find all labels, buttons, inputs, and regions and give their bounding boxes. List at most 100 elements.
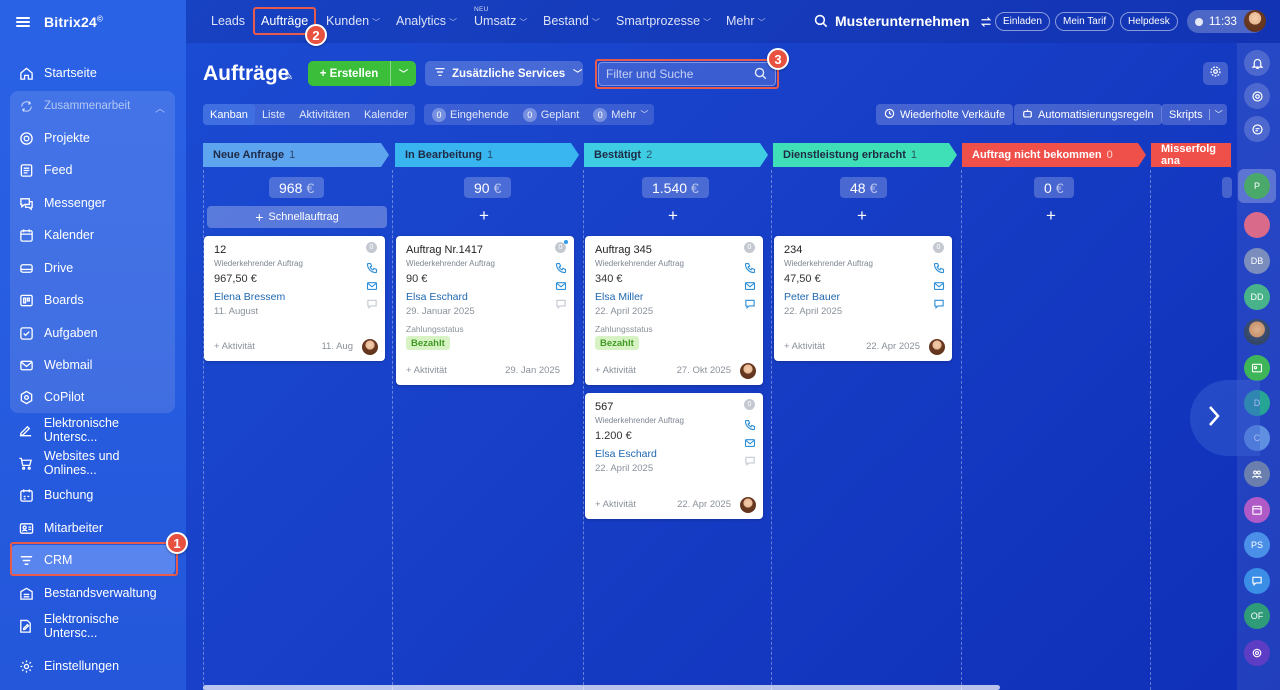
responsible-avatar[interactable]	[740, 497, 756, 513]
view-kanban[interactable]: Kanban	[203, 104, 255, 125]
add-card-plus-icon[interactable]: +	[1046, 206, 1056, 226]
bell-icon[interactable]	[1244, 50, 1270, 76]
column-header-in-bearbeitung[interactable]: In Bearbeitung 1	[395, 143, 579, 167]
contact-link[interactable]: Elsa Eschard	[406, 291, 468, 303]
rail-chat-dd[interactable]: DD	[1244, 284, 1270, 310]
sidebar-item-buchung[interactable]: Buchung	[10, 480, 175, 510]
view-liste[interactable]: Liste	[255, 104, 292, 125]
sidebar-item-copilot[interactable]: CoPilot	[10, 382, 175, 412]
deal-card[interactable]: Auftrag 345 0 Wiederkehrender Auftrag 34…	[585, 236, 763, 385]
chevron-down-icon[interactable]: ﹀	[1208, 109, 1223, 120]
sidebar-item-webmail[interactable]: Webmail	[10, 350, 175, 380]
add-activity-link[interactable]: + Aktivität	[784, 341, 825, 352]
chat-icon[interactable]	[366, 298, 378, 313]
phone-icon[interactable]	[366, 262, 378, 277]
phone-icon[interactable]	[744, 419, 756, 434]
additional-services-button[interactable]: Zusätzliche Services ﹀	[425, 61, 583, 86]
chat-icon[interactable]	[744, 455, 756, 470]
add-activity-link[interactable]: + Aktivität	[595, 499, 636, 510]
responsible-avatar[interactable]	[740, 363, 756, 379]
phone-icon[interactable]	[744, 262, 756, 277]
my-plan-button[interactable]: Mein Tarif	[1055, 12, 1115, 31]
topnav-leads[interactable]: Leads	[211, 14, 245, 28]
add-activity-link[interactable]: + Aktivität	[214, 341, 255, 352]
add-activity-link[interactable]: + Aktivität	[406, 365, 447, 376]
sidebar-item-websites[interactable]: Websites und Onlines...	[10, 448, 175, 478]
sidebar-item-drive[interactable]: Drive	[10, 253, 175, 283]
horizontal-scrollbar[interactable]	[203, 685, 1000, 690]
company-name[interactable]: Musterunternehmen	[835, 13, 970, 29]
add-card-plus-icon[interactable]: +	[668, 206, 678, 226]
chat-search-icon[interactable]	[1244, 116, 1270, 142]
invite-button[interactable]: Einladen	[995, 12, 1050, 31]
scripts-button[interactable]: Skripts ﹀	[1161, 104, 1227, 125]
sidebar-item-boards[interactable]: Boards	[10, 285, 175, 315]
deal-card[interactable]: 12 0 Wiederkehrender Auftrag 967,50 € El…	[204, 236, 385, 361]
topnav-smartprozesse[interactable]: Smartprozesse ﹀	[616, 14, 711, 28]
topnav-analytics[interactable]: Analytics ﹀	[396, 14, 457, 28]
mail-icon[interactable]	[744, 280, 756, 295]
rail-chat-avatar-2[interactable]	[1244, 319, 1270, 345]
scroll-right-button[interactable]	[1190, 380, 1260, 456]
mail-icon[interactable]	[744, 437, 756, 452]
deal-card[interactable]: 567 0 Wiederkehrender Auftrag 1.200 € El…	[585, 393, 763, 519]
create-button[interactable]: + Erstellen ﹀	[308, 61, 416, 86]
rail-calendar-icon[interactable]	[1244, 497, 1270, 523]
pin-icon[interactable]: ✎	[284, 70, 293, 83]
add-activity-link[interactable]: + Aktivität	[595, 365, 636, 376]
menu-burger-icon[interactable]	[16, 17, 30, 27]
chevron-up-icon[interactable]: ︿	[155, 100, 165, 115]
add-card-plus-icon[interactable]: +	[857, 206, 867, 226]
chat-icon[interactable]	[744, 298, 756, 313]
rail-chat-ps[interactable]: PS	[1244, 532, 1270, 558]
deal-card[interactable]: Auftrag Nr.1417 0 Wiederkehrender Auftra…	[396, 236, 574, 385]
sidebar-item-aufgaben[interactable]: Aufgaben	[10, 318, 175, 348]
sidebar-item-e-signature-2[interactable]: Elektronische Untersc...	[10, 611, 175, 641]
chat-icon[interactable]	[555, 298, 567, 313]
quick-order-button[interactable]: + Schnellauftrag	[207, 206, 387, 228]
sidebar-item-feed[interactable]: Feed	[10, 155, 175, 185]
sidebar-group-head[interactable]: Zusammenarbeit ︿	[10, 91, 175, 121]
contact-link[interactable]: Elena Bressem	[214, 291, 285, 303]
rail-chat-of[interactable]: OF	[1244, 603, 1270, 629]
column-header-misserfolg[interactable]: Misserfolg ana	[1151, 143, 1231, 167]
contact-link[interactable]: Elsa Eschard	[595, 448, 657, 460]
add-card-plus-icon[interactable]: +	[479, 206, 489, 226]
view-aktivitaeten[interactable]: Aktivitäten	[292, 104, 357, 125]
column-header-auftrag-nicht-bekommen[interactable]: Auftrag nicht bekommen 0	[962, 143, 1146, 167]
rail-chat-bubble[interactable]	[1244, 568, 1270, 594]
repeat-sales-button[interactable]: Wiederholte Verkäufe	[876, 104, 1014, 125]
contact-link[interactable]: Peter Bauer	[784, 291, 840, 303]
helpdesk-button[interactable]: Helpdesk	[1120, 12, 1178, 31]
user-avatar[interactable]	[1244, 10, 1266, 32]
counter-geplant[interactable]: Geplant	[541, 109, 580, 121]
responsible-avatar[interactable]	[929, 339, 945, 355]
topnav-kunden[interactable]: Kunden ﹀	[326, 14, 380, 28]
rail-chat-contact-card[interactable]	[1244, 355, 1270, 381]
phone-icon[interactable]	[555, 262, 567, 277]
sidebar-item-projekte[interactable]: Projekte	[10, 123, 175, 153]
sidebar-item-e-signature[interactable]: Elektronische Untersc...	[10, 415, 175, 445]
counter-mehr[interactable]: Mehr	[611, 109, 636, 121]
counter-eingehende[interactable]: Eingehende	[450, 109, 509, 121]
automation-rules-button[interactable]: Automatisierungsregeln	[1014, 104, 1162, 125]
column-header-bestaetigt[interactable]: Bestätigt 2	[584, 143, 768, 167]
rail-chat-db[interactable]: DB	[1244, 248, 1270, 274]
topnav-umsatz[interactable]: Umsatz ﹀	[474, 14, 527, 28]
sidebar-item-kalender[interactable]: Kalender	[10, 220, 175, 250]
column-header-dienstleistung-erbracht[interactable]: Dienstleistung erbracht 1	[773, 143, 957, 167]
brand-logo[interactable]: Bitrix24©	[44, 14, 103, 30]
rail-copilot-icon[interactable]	[1244, 640, 1270, 666]
contact-link[interactable]: Elsa Miller	[595, 291, 643, 303]
copilot-rail-icon[interactable]	[1244, 83, 1270, 109]
rail-chat-group[interactable]	[1244, 461, 1270, 487]
responsible-avatar[interactable]	[362, 339, 378, 355]
mail-icon[interactable]	[555, 280, 567, 295]
sidebar-item-bestandsverwaltung[interactable]: Bestandsverwaltung	[10, 578, 175, 608]
deal-card[interactable]: 234 0 Wiederkehrender Auftrag 47,50 € Pe…	[774, 236, 952, 361]
column-header-neue-anfrage[interactable]: Neue Anfrage 1	[203, 143, 389, 167]
topnav-mehr[interactable]: Mehr ﹀	[726, 14, 765, 28]
swap-arrows-icon[interactable]	[980, 15, 992, 33]
sidebar-item-mitarbeiter[interactable]: Mitarbeiter	[10, 513, 175, 543]
chevron-down-icon[interactable]: ﹀	[390, 61, 416, 86]
